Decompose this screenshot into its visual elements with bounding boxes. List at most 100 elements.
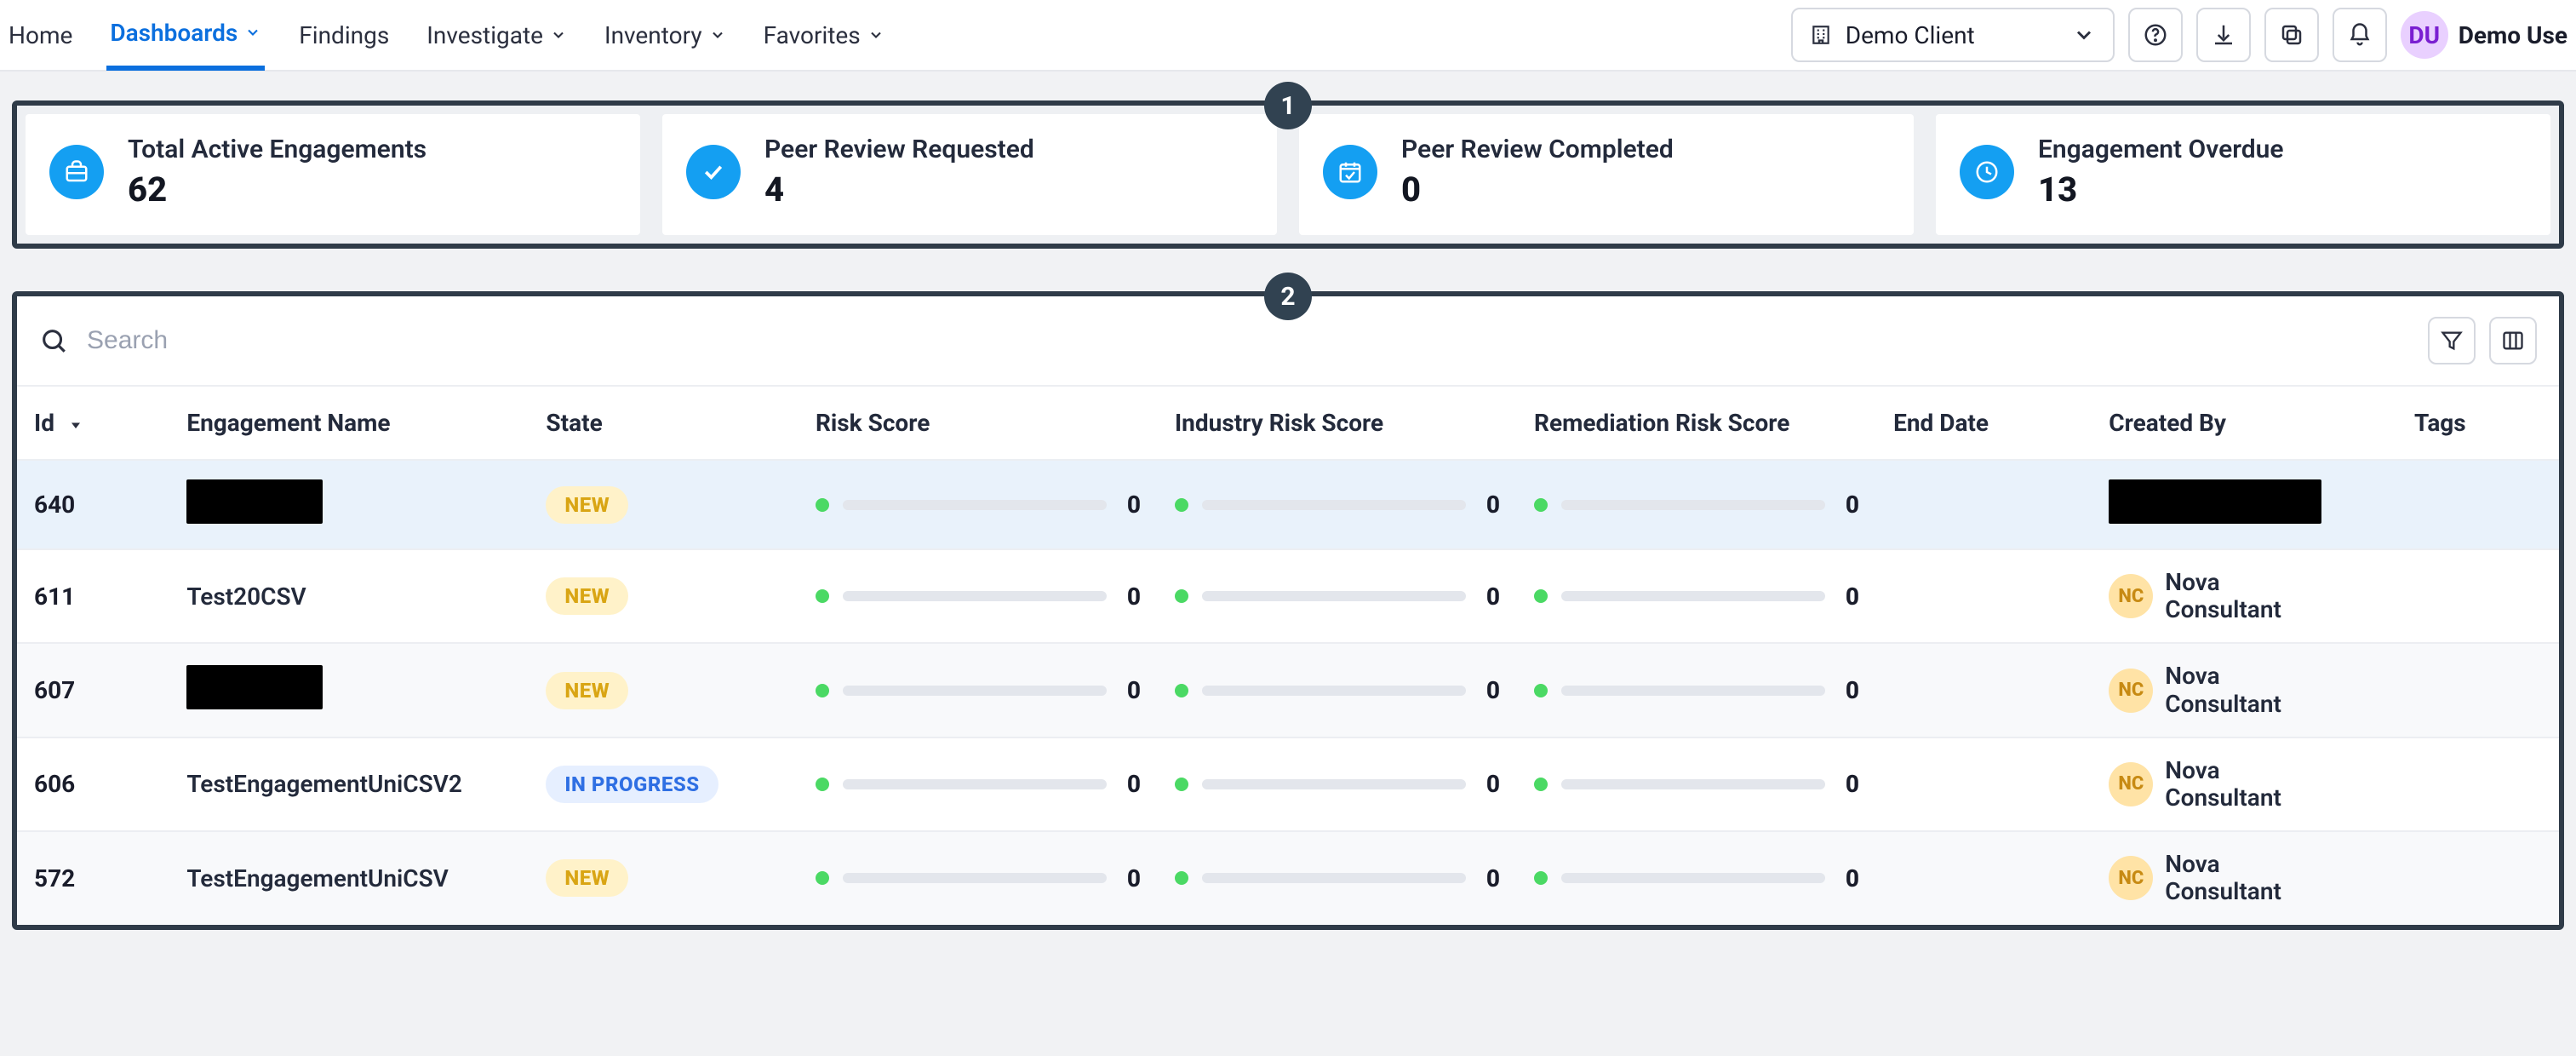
search-input[interactable] [85, 325, 2411, 356]
creator-cell: NCNovaConsultant [2109, 851, 2380, 905]
stat-card[interactable]: Peer Review Requested4 [662, 114, 1277, 235]
nav-item-findings[interactable]: Findings [295, 0, 392, 71]
cell-state: IN PROGRESS [529, 737, 799, 831]
status-dot-icon [1175, 498, 1188, 512]
nav-item-dashboards[interactable]: Dashboards [106, 0, 265, 71]
score-value: 0 [1120, 491, 1141, 519]
col-state[interactable]: State [529, 386, 799, 460]
col-end[interactable]: End Date [1876, 386, 2092, 460]
col-industry[interactable]: Industry Risk Score [1158, 386, 1517, 460]
score-bar [1202, 873, 1466, 883]
industry-risk-score: 0 [1175, 583, 1500, 611]
stat-card[interactable]: Peer Review Completed0 [1299, 114, 1914, 235]
creator-name: NovaConsultant [2165, 663, 2281, 717]
cell-risk: 0 [799, 460, 1158, 549]
state-badge: NEW [546, 577, 628, 615]
help-button[interactable] [2128, 8, 2183, 62]
col-risk[interactable]: Risk Score [799, 386, 1158, 460]
calendar-icon [1323, 145, 1377, 199]
stat-card[interactable]: Total Active Engagements62 [26, 114, 640, 235]
stat-card[interactable]: Engagement Overdue13 [1936, 114, 2550, 235]
score-bar [1561, 500, 1825, 510]
table-row[interactable]: 640NEW000 [17, 460, 2559, 549]
check-icon [686, 145, 741, 199]
risk-score: 0 [816, 770, 1141, 798]
user-menu[interactable]: DU Demo Use [2401, 11, 2567, 59]
score-value: 0 [1839, 676, 1859, 704]
filter-button[interactable] [2428, 317, 2476, 364]
download-button[interactable] [2196, 8, 2251, 62]
columns-button[interactable] [2489, 317, 2537, 364]
score-value: 0 [1120, 770, 1141, 798]
col-name[interactable]: Engagement Name [169, 386, 529, 460]
remediation-risk-score: 0 [1534, 770, 1859, 798]
stat-title: Total Active Engagements [128, 135, 426, 164]
score-bar [1202, 591, 1466, 601]
table-row[interactable]: 572TestEngagementUniCSVNEW000NCNovaConsu… [17, 831, 2559, 924]
nav-item-inventory[interactable]: Inventory [601, 0, 730, 71]
stats-panel: 1 Total Active Engagements62Peer Review … [12, 100, 2564, 249]
cell-creator [2092, 460, 2397, 549]
table-row[interactable]: 606TestEngagementUniCSV2IN PROGRESS000NC… [17, 737, 2559, 831]
engagement-name: TestEngagementUniCSV [186, 864, 449, 892]
score-value: 0 [1839, 864, 1859, 892]
stat-value: 4 [764, 169, 1034, 209]
risk-score: 0 [816, 676, 1141, 704]
score-value: 0 [1480, 583, 1500, 611]
col-tags[interactable]: Tags [2397, 386, 2559, 460]
nav-item-favorites[interactable]: Favorites [760, 0, 888, 71]
industry-risk-score: 0 [1175, 864, 1500, 892]
col-remediation[interactable]: Remediation Risk Score [1517, 386, 1876, 460]
redacted-name [186, 479, 323, 524]
creator-name: NovaConsultant [2165, 851, 2281, 905]
table-row[interactable]: 607NEW000NCNovaConsultant [17, 643, 2559, 737]
score-bar [1561, 591, 1825, 601]
download-icon [2211, 22, 2236, 48]
client-selector-label: Demo Client [1846, 21, 2058, 49]
cell-end [1876, 460, 2092, 549]
remediation-risk-score: 0 [1534, 583, 1859, 611]
score-bar [1202, 779, 1466, 789]
col-creator[interactable]: Created By [2092, 386, 2397, 460]
col-name-label: Engagement Name [186, 409, 390, 437]
score-bar [843, 591, 1107, 601]
score-bar [1202, 686, 1466, 696]
nav-left: Home Dashboards Findings Investigate Invento… [0, 0, 888, 71]
status-dot-icon [1175, 778, 1188, 791]
nav-item-label: Favorites [764, 21, 861, 49]
cell-id: 611 [17, 549, 169, 643]
cell-risk: 0 [799, 643, 1158, 737]
chevron-down-icon [550, 26, 567, 43]
table-row[interactable]: 611Test20CSVNEW000NCNovaConsultant [17, 549, 2559, 643]
copy-button[interactable] [2264, 8, 2319, 62]
creator-cell: NCNovaConsultant [2109, 757, 2380, 812]
nav-item-home[interactable]: Home [5, 0, 76, 71]
briefcase-icon [49, 145, 104, 199]
nav-item-investigate[interactable]: Investigate [423, 0, 570, 71]
state-badge: NEW [546, 859, 628, 897]
risk-score: 0 [816, 864, 1141, 892]
cell-tags [2397, 831, 2559, 924]
cell-end [1876, 643, 2092, 737]
col-id[interactable]: Id [17, 386, 169, 460]
status-dot-icon [816, 498, 829, 512]
col-end-label: End Date [1893, 409, 1989, 437]
cell-state: NEW [529, 460, 799, 549]
status-dot-icon [1534, 871, 1548, 885]
creator-avatar: NC [2109, 762, 2153, 806]
clock-icon [1960, 145, 2014, 199]
industry-risk-score: 0 [1175, 676, 1500, 704]
cell-state: NEW [529, 643, 799, 737]
cell-creator: NCNovaConsultant [2092, 643, 2397, 737]
cell-remediation: 0 [1517, 737, 1876, 831]
col-id-label: Id [34, 409, 54, 437]
cell-tags [2397, 737, 2559, 831]
client-selector[interactable]: Demo Client [1791, 8, 2115, 62]
cell-creator: NCNovaConsultant [2092, 737, 2397, 831]
cell-remediation: 0 [1517, 831, 1876, 924]
stat-text: Peer Review Completed0 [1401, 135, 1674, 209]
score-value: 0 [1120, 864, 1141, 892]
nav-item-label: Findings [299, 21, 389, 49]
notifications-button[interactable] [2333, 8, 2387, 62]
score-value: 0 [1480, 770, 1500, 798]
